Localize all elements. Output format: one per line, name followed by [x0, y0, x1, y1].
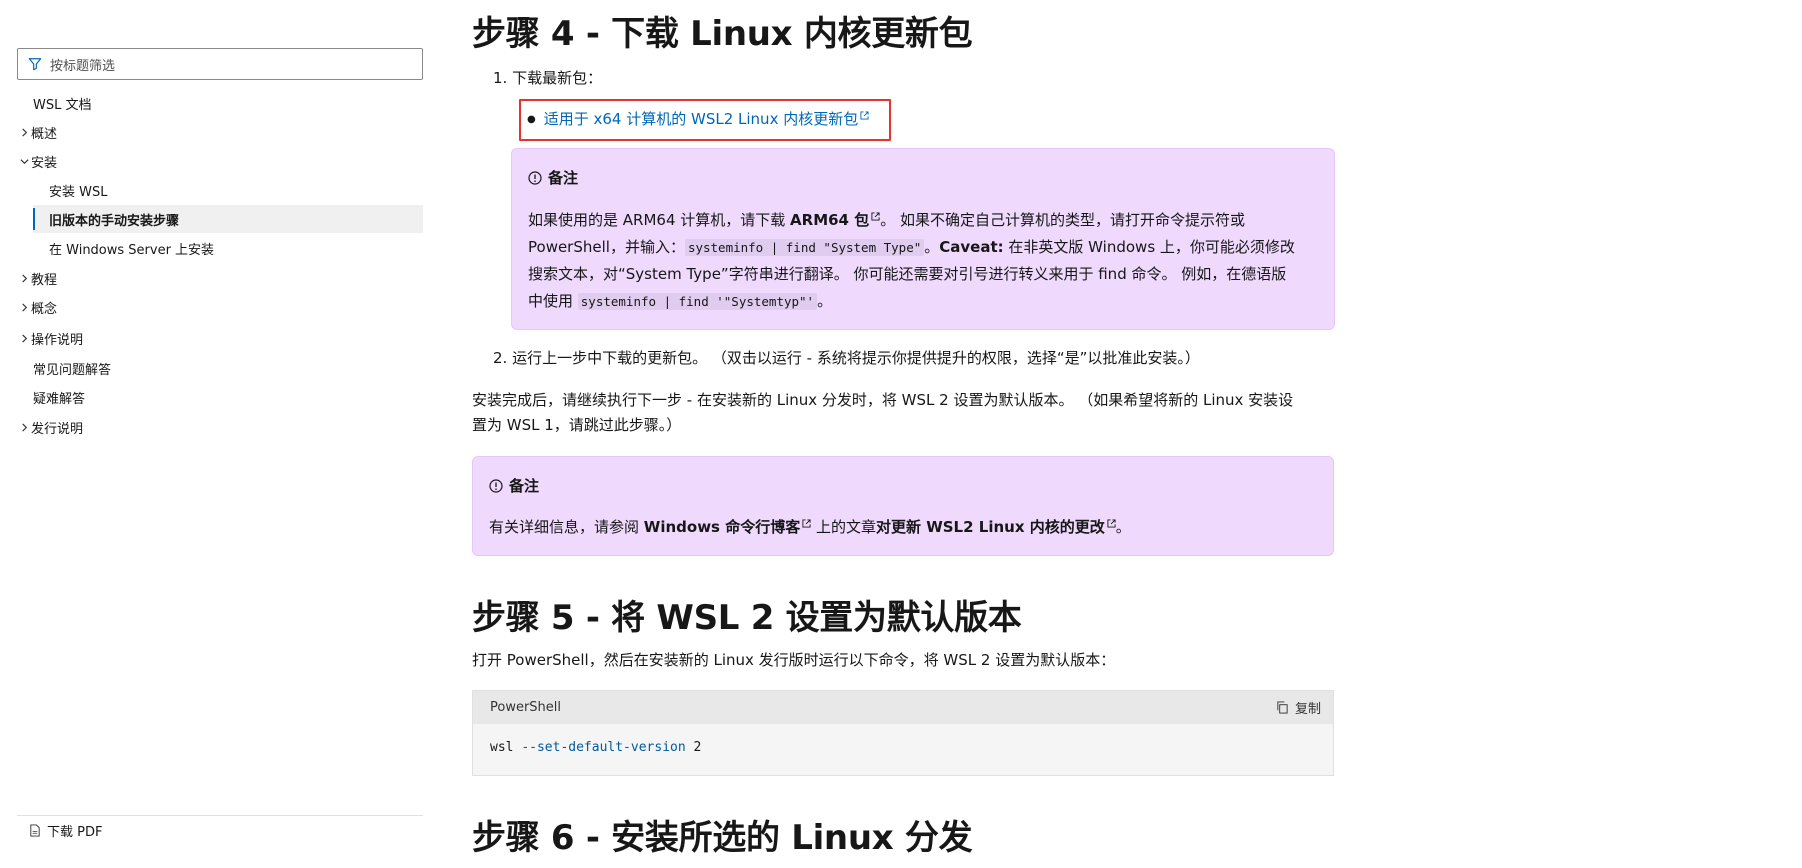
external-link-icon: [1107, 519, 1116, 528]
code-block: PowerShell 复制 wsl --set-default-version …: [472, 690, 1334, 776]
copy-icon: [1277, 701, 1288, 714]
filter-icon: [28, 58, 42, 71]
code-language-label: PowerShell: [490, 700, 562, 715]
note2-body: 有关详细信息，请参阅 Windows 命令行博客 上的文章对更新 WSL2 Li…: [489, 518, 1131, 536]
chevron-right-icon: [17, 422, 31, 432]
chevron-down-icon: [17, 157, 31, 166]
pdf-document-icon: [30, 824, 40, 837]
toc-item-tutorials[interactable]: 教程: [17, 264, 423, 292]
note-title: 备注: [489, 475, 539, 496]
windows-cmd-blog-link[interactable]: Windows 命令行博客: [644, 518, 800, 536]
note-callout-2: 备注 有关详细信息，请参阅 Windows 命令行博客 上的文章对更新 WSL2…: [472, 456, 1334, 556]
chevron-right-icon: [17, 302, 31, 312]
kernel-changes-link[interactable]: 对更新 WSL2 Linux 内核的更改: [876, 518, 1105, 536]
info-icon: [528, 170, 542, 185]
x64-kernel-update-link[interactable]: 适用于 x64 计算机的 WSL2 Linux 内核更新包: [544, 110, 858, 128]
filter-by-title-input[interactable]: 按标题筛选: [17, 48, 423, 80]
after-install-paragraph: 安装完成后，请继续执行下一步 - 在安装新的 Linux 分发时，将 WSL 2…: [472, 391, 1294, 434]
chevron-right-icon: [17, 127, 31, 137]
external-link-icon: [802, 519, 811, 528]
toc-item-windows-server[interactable]: 在 Windows Server 上安装: [33, 234, 423, 262]
bullet-item: ● 适用于 x64 计算机的 WSL2 Linux 内核更新包: [527, 107, 869, 132]
toc-item-manual-install[interactable]: 旧版本的手动安装步骤: [33, 205, 423, 233]
toc-item-overview[interactable]: 概述: [17, 118, 423, 146]
toc-item-how-to[interactable]: 操作说明: [17, 324, 423, 352]
chevron-right-icon: [17, 333, 31, 343]
step6-heading: 步骤 6 - 安装所选的 Linux 分发: [472, 818, 973, 858]
toc-item-faq[interactable]: 常见问题解答: [17, 354, 423, 382]
toc-item-wsl-docs[interactable]: WSL 文档: [17, 89, 423, 117]
info-icon: [489, 478, 503, 493]
systemtyp-code: systeminfo | find '"Systemtyp"': [577, 293, 818, 310]
filter-placeholder: 按标题筛选: [50, 58, 116, 74]
bullet-dot: ●: [527, 114, 536, 125]
toc-item-troubleshooting[interactable]: 疑难解答: [17, 383, 423, 411]
note-title: 备注: [528, 167, 578, 188]
note-callout: 备注 如果使用的是 ARM64 计算机，请下载 ARM64 包。 如果不确定自己…: [511, 148, 1335, 330]
code-block-header: PowerShell 复制: [473, 691, 1333, 724]
code-content: wsl --set-default-version 2: [490, 740, 702, 755]
external-link-icon: [860, 111, 869, 120]
arm64-package-link[interactable]: ARM64 包: [790, 211, 869, 229]
step5-text: 打开 PowerShell，然后在安装新的 Linux 发行版时运行以下命令，将…: [472, 651, 1116, 669]
systeminfo-code: systeminfo | find "System Type": [684, 239, 925, 256]
article-content: 步骤 4 - 下载 Linux 内核更新包 1. 下载最新包： ● 适用于 x64…: [472, 0, 1335, 868]
toc-item-install[interactable]: 安装: [17, 147, 423, 175]
toc-sidebar: 按标题筛选 WSL 文档 概述 安装 安装 WSL 旧版本的手动安装步骤 在 W…: [0, 0, 440, 868]
list-item-2: 2. 运行上一步中下载的更新包。 （双击以运行 - 系统将提示你提供提升的权限，…: [493, 349, 1200, 367]
download-pdf-button[interactable]: 下载 PDF: [17, 815, 423, 841]
external-link-icon: [871, 212, 880, 221]
toc-item-release-notes[interactable]: 发行说明: [17, 413, 423, 441]
toc-item-install-wsl[interactable]: 安装 WSL: [33, 176, 423, 204]
step4-heading: 步骤 4 - 下载 Linux 内核更新包: [472, 14, 973, 54]
note-body: 如果使用的是 ARM64 计算机，请下载 ARM64 包。 如果不确定自己计算机…: [528, 211, 1295, 310]
step5-heading: 步骤 5 - 将 WSL 2 设置为默认版本: [472, 598, 1022, 638]
list-item-1: 1. 下载最新包：: [493, 69, 603, 87]
toc-item-concepts[interactable]: 概念: [17, 293, 423, 321]
copy-button[interactable]: 复制: [1276, 698, 1321, 717]
chevron-right-icon: [17, 273, 31, 283]
